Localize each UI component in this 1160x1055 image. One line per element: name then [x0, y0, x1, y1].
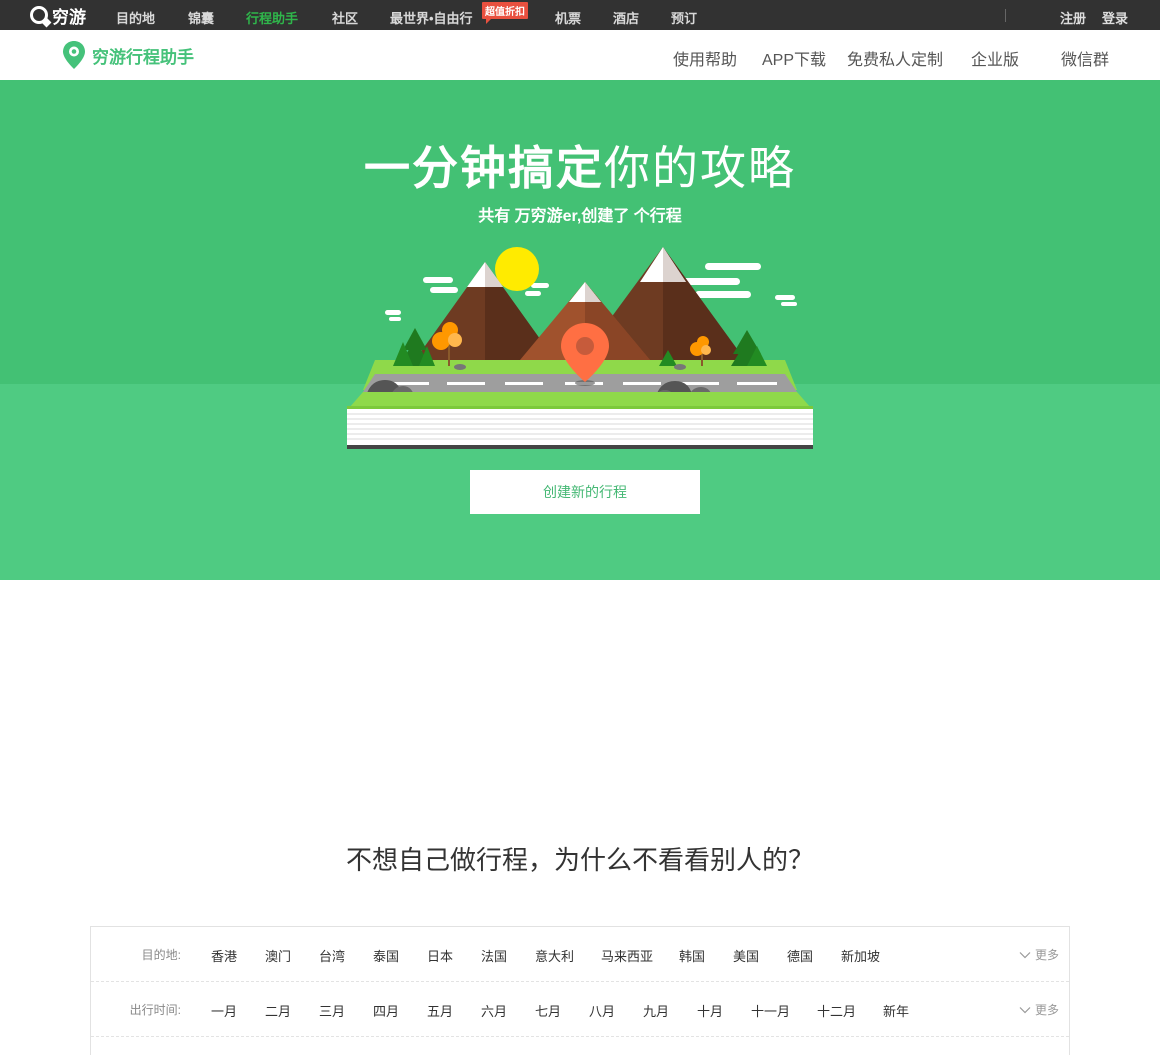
- filter-row-destination: 目的地: 香港 澳门 台湾 泰国 日本 法国 意大利 马来西亚 韩国 美国 德国…: [91, 927, 1069, 982]
- chevron-down-icon: [1019, 1006, 1031, 1013]
- topnav-item-booking[interactable]: 预订: [671, 8, 697, 27]
- subnav-item-app-download[interactable]: APP下载: [762, 46, 826, 70]
- filter-option[interactable]: 德国: [787, 946, 813, 965]
- location-pin-icon: [63, 41, 85, 69]
- topnav-item-trip-planner[interactable]: 行程助手: [246, 8, 298, 27]
- filter-option[interactable]: 马来西亚: [601, 946, 653, 965]
- filter-option[interactable]: 泰国: [373, 946, 399, 965]
- topnav-item-hotels[interactable]: 酒店: [613, 8, 639, 27]
- filter-option[interactable]: 三月: [319, 1001, 345, 1020]
- filter-option[interactable]: 法国: [481, 946, 507, 965]
- more-destinations-toggle[interactable]: 更多: [1019, 946, 1059, 963]
- subnav-item-wechat-group[interactable]: 微信群: [1061, 46, 1109, 70]
- filter-option[interactable]: 一月: [211, 1001, 237, 1020]
- qyer-logo-icon: [30, 6, 48, 24]
- topnav-item-community[interactable]: 社区: [332, 8, 358, 27]
- filter-option[interactable]: 七月: [535, 1001, 561, 1020]
- brand-name: 穷游行程助手: [92, 47, 194, 67]
- hero-banner: 一分钟搞定你的攻略 共有 万穷游er,创建了 个行程 创建新的行程: [0, 80, 1160, 580]
- topnav-item-zworld[interactable]: 最世界•自由行: [390, 8, 473, 27]
- filter-option[interactable]: 五月: [427, 1001, 453, 1020]
- logo-text: 穷游: [52, 7, 86, 27]
- filter-option[interactable]: 六月: [481, 1001, 507, 1020]
- filter-option[interactable]: 八月: [589, 1001, 615, 1020]
- qyer-logo[interactable]: 穷游: [30, 4, 86, 27]
- filter-option[interactable]: 意大利: [535, 946, 574, 965]
- filter-option[interactable]: 九月: [643, 1001, 669, 1020]
- filter-option[interactable]: 香港: [211, 946, 237, 965]
- more-label: 更多: [1035, 1003, 1060, 1017]
- top-bar: 穷游 目的地 锦囊 行程助手 社区 最世界•自由行 机票 酒店 预订 超值折扣 …: [0, 0, 1160, 30]
- filter-option[interactable]: 新年: [883, 1001, 909, 1020]
- chevron-down-icon: [1019, 951, 1031, 958]
- top-divider: [1005, 9, 1006, 22]
- filter-label-time: 出行时间:: [129, 1003, 181, 1017]
- filter-option[interactable]: 美国: [733, 946, 759, 965]
- topnav-item-destination[interactable]: 目的地: [116, 8, 155, 27]
- hero-illustration: [347, 247, 813, 449]
- subnav-item-help[interactable]: 使用帮助: [673, 46, 737, 70]
- filter-option[interactable]: 日本: [427, 946, 453, 965]
- more-label: 更多: [1035, 948, 1060, 962]
- filter-label-destination: 目的地:: [141, 948, 181, 962]
- filter-option[interactable]: 十一月: [751, 1001, 790, 1020]
- filter-option[interactable]: 二月: [265, 1001, 291, 1020]
- topnav-item-guides[interactable]: 锦囊: [188, 8, 214, 27]
- register-link[interactable]: 注册: [1060, 8, 1086, 27]
- more-times-toggle[interactable]: 更多: [1019, 1001, 1059, 1018]
- filter-option[interactable]: 韩国: [679, 946, 705, 965]
- sub-header: 穷游行程助手 使用帮助 APP下载 免费私人定制 企业版 微信群: [0, 30, 1160, 80]
- create-trip-button[interactable]: 创建新的行程: [470, 470, 700, 514]
- subnav-item-custom-trip[interactable]: 免费私人定制: [847, 46, 943, 70]
- filter-option[interactable]: 十月: [697, 1001, 723, 1020]
- filter-option[interactable]: 澳门: [265, 946, 291, 965]
- brand-logo[interactable]: 穷游行程助手: [62, 40, 194, 70]
- trip-filter-panel: 目的地: 香港 澳门 台湾 泰国 日本 法国 意大利 马来西亚 韩国 美国 德国…: [90, 926, 1070, 1055]
- filter-option[interactable]: 新加坡: [841, 946, 880, 965]
- filter-option[interactable]: 四月: [373, 1001, 399, 1020]
- filter-option[interactable]: 台湾: [319, 946, 345, 965]
- login-link[interactable]: 登录: [1102, 8, 1128, 27]
- hero-stat: 共有 万穷游er,创建了 个行程: [478, 208, 682, 225]
- filter-option[interactable]: 十二月: [817, 1001, 856, 1020]
- topnav-item-flights[interactable]: 机票: [555, 8, 581, 27]
- hot-discount-badge: 超值折扣: [482, 2, 528, 24]
- subnav-item-enterprise[interactable]: 企业版: [971, 46, 1019, 70]
- section-title: 不想自己做行程，为什么不看看别人的？: [345, 845, 814, 875]
- filter-row-time: 出行时间: 一月 二月 三月 四月 五月 六月 七月 八月 九月 十月 十一月 …: [91, 982, 1069, 1037]
- hero-title: 一分钟搞定你的攻略: [364, 142, 796, 194]
